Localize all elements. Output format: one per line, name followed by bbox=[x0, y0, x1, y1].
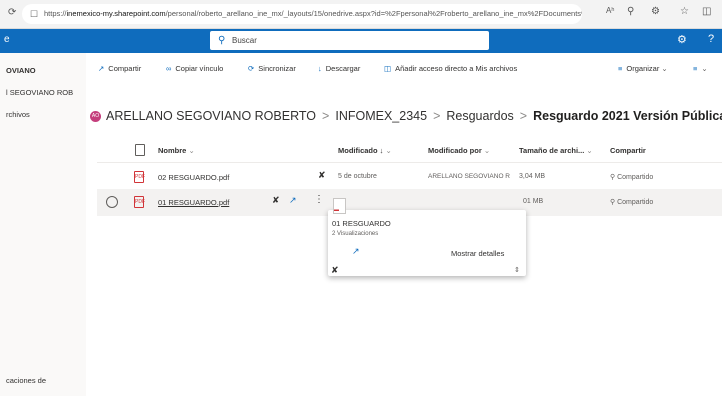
header-divider bbox=[97, 162, 722, 163]
pdf-icon: PDF bbox=[134, 171, 145, 183]
pdf-icon: PDF bbox=[134, 196, 145, 208]
sharing-status: ⚲ Compartido bbox=[610, 199, 654, 206]
breadcrumb-current: Resguardo 2021 Versión Pública bbox=[533, 109, 722, 123]
sharing-status: ⚲ Compartido bbox=[610, 174, 654, 181]
share-button[interactable]: ↗ Compartir bbox=[98, 64, 141, 73]
file-name[interactable]: 01 RESGUARDO.pdf bbox=[158, 198, 229, 207]
collections-icon[interactable]: ◫ bbox=[702, 6, 711, 17]
url-field[interactable]: ☐ https://inemexico-my.sharepoint.com/pe… bbox=[22, 4, 582, 24]
share-icon: ↗ bbox=[98, 64, 105, 73]
shortcut-icon: ◫ bbox=[384, 64, 392, 73]
refresh-icon[interactable]: ⟳ bbox=[8, 7, 16, 18]
people-icon: ⚲ bbox=[610, 174, 616, 181]
file-name[interactable]: 02 RESGUARDO.pdf bbox=[158, 173, 229, 182]
chevron-right-icon: > bbox=[322, 109, 330, 123]
hovercard-views: 2 Visualizaciones bbox=[332, 231, 379, 237]
download-button[interactable]: ↓ Descargar bbox=[318, 64, 360, 73]
chevron-down-icon: ⌄ bbox=[701, 64, 708, 73]
chevron-down-icon: ⌄ bbox=[483, 146, 491, 155]
nav-user-short[interactable]: OVIANO bbox=[6, 66, 36, 75]
nav-files[interactable]: rchivos bbox=[6, 110, 30, 119]
organize-icon: ≡ bbox=[618, 64, 623, 73]
share-icon[interactable]: ↗ bbox=[352, 246, 360, 257]
search-placeholder: Buscar bbox=[232, 36, 257, 45]
row-select-radio[interactable] bbox=[106, 196, 118, 208]
people-icon: ⚲ bbox=[610, 199, 616, 206]
column-modified-by[interactable]: Modificado por ⌄ bbox=[428, 146, 490, 155]
chevron-right-icon: > bbox=[519, 109, 528, 123]
share-icon[interactable]: ↗ bbox=[289, 195, 297, 206]
breadcrumb-item-owner[interactable]: ARELLANO SEGOVIANO ROBERTO bbox=[106, 109, 316, 123]
search-input[interactable]: ⚲ Buscar bbox=[210, 31, 489, 50]
settings-icon[interactable]: ⚙ bbox=[677, 33, 687, 46]
sync-button[interactable]: ⟳ Sincronizar bbox=[248, 64, 296, 73]
url-path: /personal/roberto_arellano_ine_mx/_layou… bbox=[165, 9, 582, 18]
url-prefix: https:// bbox=[44, 9, 67, 18]
avatar: AO bbox=[90, 111, 101, 123]
column-modified[interactable]: Modificado ↓ ⌄ bbox=[338, 146, 392, 155]
column-share[interactable]: Compartir bbox=[610, 146, 646, 155]
nav-user-full[interactable]: l SEGOVIANO ROB bbox=[6, 88, 73, 97]
view-list-icon: ≡ bbox=[693, 64, 698, 73]
chevron-right-icon: > bbox=[433, 109, 441, 123]
lock-icon: ☐ bbox=[30, 9, 39, 19]
help-icon[interactable]: ? bbox=[708, 33, 714, 45]
show-details-link[interactable]: Mostrar detalles bbox=[451, 249, 504, 258]
add-shortcut-button[interactable]: ◫ Añadir acceso directo a Mis archivos bbox=[384, 64, 517, 73]
chevron-down-icon: ⌄ bbox=[385, 146, 392, 155]
view-options-button[interactable]: ≡ ⌄ bbox=[693, 64, 708, 73]
pin-icon[interactable]: ✘ bbox=[331, 265, 339, 276]
zoom-icon[interactable]: ⚲ bbox=[627, 6, 634, 17]
hovercard-title[interactable]: 01 RESGUARDO bbox=[332, 219, 391, 228]
download-icon: ↓ bbox=[318, 64, 322, 73]
file-size: 01 MB bbox=[523, 198, 544, 205]
chevron-down-icon: ⌄ bbox=[586, 146, 593, 155]
chevron-down-icon: ⌄ bbox=[188, 146, 195, 155]
url-domain: inemexico-my.sharepoint.com bbox=[66, 9, 166, 18]
column-size[interactable]: Tamaño de archi... ⌄ bbox=[519, 146, 593, 155]
extensions-icon[interactable]: ⚙ bbox=[651, 6, 660, 17]
organize-button[interactable]: ≡ Organizar ⌄ bbox=[618, 64, 668, 73]
file-size: 3,04 MB bbox=[519, 173, 546, 180]
sync-icon: ⟳ bbox=[248, 64, 255, 73]
resize-handle-icon[interactable]: ⇕ bbox=[514, 266, 520, 274]
app-title[interactable]: e bbox=[4, 34, 10, 45]
file-modified-by: ARELLANO SEGOVIANO R bbox=[428, 173, 510, 180]
favorites-icon[interactable]: ☆ bbox=[680, 6, 689, 17]
link-icon: ∞ bbox=[166, 64, 172, 73]
breadcrumb-item-infomex[interactable]: INFOMEX_2345 bbox=[335, 109, 427, 123]
pin-icon[interactable]: ✘ bbox=[272, 195, 280, 206]
pdf-icon: ▬ bbox=[334, 207, 339, 213]
font-size-button[interactable]: Aʰ bbox=[606, 6, 614, 15]
more-actions-icon[interactable]: ⋮ bbox=[314, 194, 324, 205]
breadcrumb: AO ARELLANO SEGOVIANO ROBERTO > INFOMEX_234… bbox=[90, 109, 722, 123]
file-modified: 5 de octubre bbox=[338, 173, 377, 180]
chevron-down-icon: ⌄ bbox=[661, 64, 668, 73]
file-type-header-icon[interactable] bbox=[135, 144, 145, 156]
search-icon: ⚲ bbox=[218, 35, 226, 46]
column-name[interactable]: Nombre ⌄ bbox=[158, 146, 195, 155]
breadcrumb-item-resguardos[interactable]: Resguardos bbox=[446, 109, 513, 123]
copy-link-button[interactable]: ∞ Copiar vínculo bbox=[166, 64, 223, 73]
left-nav bbox=[0, 53, 86, 396]
nav-apps-link[interactable]: caciones de bbox=[6, 376, 46, 385]
pin-icon[interactable]: ✘ bbox=[318, 170, 326, 181]
